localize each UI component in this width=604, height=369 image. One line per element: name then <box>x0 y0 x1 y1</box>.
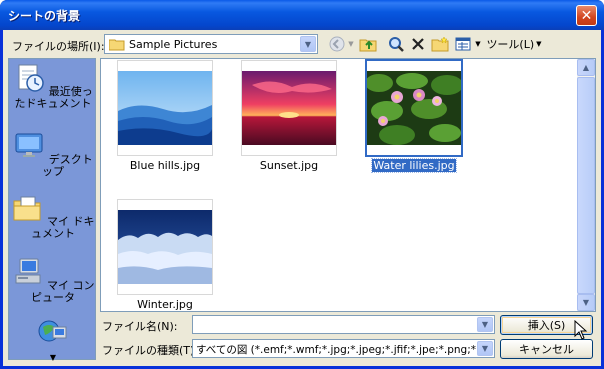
water-lilies-image <box>367 71 461 145</box>
vertical-scrollbar[interactable]: ▲ ▼ <box>577 59 595 311</box>
dialog-window: シートの背景 ✕ ファイルの場所(I): Sample Pictures ▼ ▼… <box>0 0 604 369</box>
cancel-label: キャンセル <box>519 343 574 356</box>
title-bar[interactable]: シートの背景 ✕ <box>0 0 604 30</box>
search-web-button[interactable] <box>386 33 406 55</box>
places-bar: 最近使ったドキュメント デスクトップ マイ ドキュメント マイ コンピュータ ▼ <box>8 58 97 362</box>
look-in-value: Sample Pictures <box>129 38 218 51</box>
place-network[interactable]: ▼ <box>9 317 97 364</box>
my-computer-icon <box>15 258 40 284</box>
back-dropdown[interactable]: ▼ <box>346 33 356 55</box>
window-title: シートの背景 <box>8 9 81 23</box>
folder-icon <box>109 39 125 51</box>
new-folder-button[interactable] <box>430 33 450 55</box>
search-icon <box>389 37 404 52</box>
tools-menu[interactable]: ツール(L) ▼ <box>486 33 542 55</box>
my-documents-icon <box>13 196 40 221</box>
scroll-down-button[interactable]: ▼ <box>577 294 595 311</box>
scroll-up-button[interactable]: ▲ <box>577 59 595 76</box>
place-my-computer[interactable]: マイ コンピュータ <box>9 257 97 304</box>
filetype-select[interactable]: すべての図 (*.emf;*.wmf;*.jpg;*.jpeg;*.jfif;*… <box>192 339 495 358</box>
up-folder-icon <box>359 39 377 52</box>
file-name[interactable]: Sunset.jpg <box>229 159 349 172</box>
close-button[interactable]: ✕ <box>576 5 597 26</box>
delete-icon <box>412 38 424 50</box>
file-list-view[interactable]: Blue hills.jpg Sunset.jpg Water lilies.j… <box>100 58 596 312</box>
thumbnail-sunset[interactable] <box>241 60 337 156</box>
scroll-thumb[interactable] <box>577 77 595 294</box>
chevron-down-icon[interactable]: ▼ <box>300 36 316 52</box>
tools-label: ツール(L) <box>486 38 535 51</box>
filetype-label: ファイルの種類(T): <box>102 344 199 357</box>
chevron-down-icon[interactable]: ▼ <box>477 317 493 332</box>
place-desktop[interactable]: デスクトップ <box>9 131 97 178</box>
cancel-button[interactable]: キャンセル <box>500 339 593 359</box>
filename-label: ファイル名(N): <box>102 320 178 333</box>
chevron-down-icon[interactable]: ▼ <box>477 341 493 356</box>
look-in-label: ファイルの場所(I): <box>12 40 105 53</box>
thumbnail-winter[interactable] <box>117 199 213 295</box>
place-my-documents[interactable]: マイ ドキュメント <box>9 193 97 240</box>
place-label: デスクトップ <box>42 153 93 178</box>
filetype-value: すべての図 (*.emf;*.wmf;*.jpg;*.jpeg;*.jfif;*… <box>196 344 476 356</box>
new-folder-icon <box>431 36 449 52</box>
up-folder-button[interactable] <box>358 33 378 55</box>
back-button[interactable] <box>326 33 348 55</box>
delete-button[interactable] <box>408 33 428 55</box>
close-icon: ✕ <box>580 7 593 24</box>
recent-documents-icon <box>18 64 44 92</box>
file-name[interactable]: Blue hills.jpg <box>105 159 225 172</box>
desktop-icon <box>15 133 43 157</box>
file-name[interactable]: Winter.jpg <box>105 298 225 311</box>
back-icon <box>329 36 345 52</box>
winter-image <box>118 210 212 284</box>
views-icon <box>455 37 471 51</box>
thumbnail-water-lilies[interactable] <box>365 59 463 157</box>
thumbnail-blue-hills[interactable] <box>117 60 213 156</box>
filename-input[interactable]: ▼ <box>192 315 495 334</box>
look-in-combo[interactable]: Sample Pictures ▼ <box>104 34 318 54</box>
views-dropdown[interactable]: ▼ <box>473 33 483 55</box>
insert-label: 挿入(S) <box>527 319 566 332</box>
file-name[interactable]: Water lilies.jpg <box>354 158 474 173</box>
chevron-down-icon: ▼ <box>536 40 542 48</box>
place-recent[interactable]: 最近使ったドキュメント <box>9 63 97 110</box>
network-places-icon <box>38 320 67 342</box>
sunset-image <box>242 71 336 145</box>
mouse-cursor-icon <box>574 320 588 340</box>
views-button[interactable] <box>454 33 472 55</box>
more-places-icon[interactable]: ▼ <box>9 352 97 364</box>
blue-hills-image <box>118 71 212 145</box>
